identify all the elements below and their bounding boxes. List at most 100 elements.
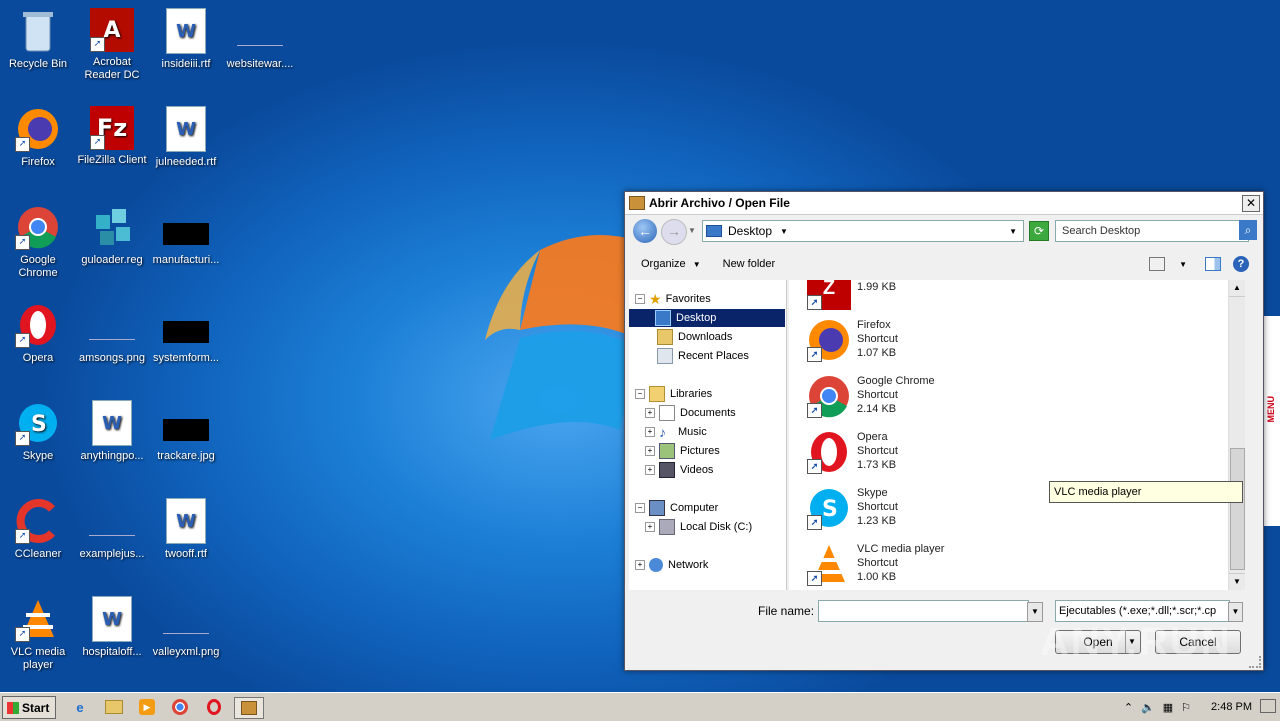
desktop-icon-systemform[interactable]: systemform... <box>148 302 224 365</box>
file-name-dropdown-icon[interactable]: ▼ <box>1027 602 1043 622</box>
file-explorer-icon[interactable] <box>104 697 124 717</box>
filter-dropdown-icon[interactable]: ▼ <box>1228 602 1243 622</box>
address-dropdown-icon[interactable]: ▼ <box>1009 227 1017 236</box>
tree-pictures[interactable]: + Pictures <box>645 442 720 460</box>
desktop-icon-vlc[interactable]: ➚ VLC media player <box>0 596 76 672</box>
tree-recent-places[interactable]: Recent Places <box>657 347 749 365</box>
start-button[interactable]: Start <box>2 696 56 719</box>
tree-documents[interactable]: + Documents <box>645 404 736 422</box>
desktop-icon-amsongs[interactable]: amsongs.png <box>74 302 150 365</box>
expand-icon[interactable]: + <box>645 465 655 475</box>
desktop-icon-opera[interactable]: ➚ Opera <box>0 302 76 365</box>
tree-local-disk[interactable]: + Local Disk (C:) <box>645 518 752 536</box>
open-file-dialog: Abrir Archivo / Open File ✕ ← → ▼ Deskto… <box>624 191 1264 671</box>
tree-videos[interactable]: + Videos <box>645 461 713 479</box>
tree-downloads[interactable]: Downloads <box>657 328 732 346</box>
back-button[interactable]: ← <box>633 219 657 243</box>
view-options-icon[interactable] <box>1149 257 1166 271</box>
desktop-icon-hospitaloff[interactable]: W hospitaloff... <box>74 596 150 659</box>
desktop-icon-firefox[interactable]: ➚ Firefox <box>0 106 76 169</box>
desktop-icon-skype[interactable]: S ➚ Skype <box>0 400 76 463</box>
desktop-icon-websitewar[interactable]: websitewar.... <box>222 8 298 71</box>
flag-icon[interactable]: ⚐ <box>1181 701 1191 714</box>
collapse-icon[interactable]: − <box>635 294 645 304</box>
scroll-down-icon[interactable]: ▼ <box>1229 573 1245 590</box>
collapse-icon[interactable]: − <box>635 389 645 399</box>
network-tray-icon[interactable]: ▦ <box>1163 701 1173 714</box>
tree-computer[interactable]: − Computer <box>635 499 718 517</box>
desktop-icon-google-chrome[interactable]: ➚ Google Chrome <box>0 204 76 280</box>
desktop-icon-julneeded[interactable]: W julneeded.rtf <box>148 106 224 169</box>
desktop-icon-manufacturi[interactable]: manufacturi... <box>148 204 224 267</box>
opera-icon[interactable] <box>204 697 224 717</box>
menu-side-tab[interactable]: MENU <box>1266 396 1276 423</box>
search-icon[interactable]: ⌕ <box>1239 220 1257 240</box>
file-name-input[interactable] <box>818 600 1029 622</box>
registry-icon <box>89 204 135 250</box>
file-type-filter[interactable]: Ejecutables (*.exe;*.dll;*.scr;*.cp <box>1055 600 1230 622</box>
scroll-up-icon[interactable]: ▲ <box>1229 280 1245 297</box>
expand-icon[interactable]: + <box>645 408 655 418</box>
clock[interactable]: 2:48 PM <box>1211 701 1252 713</box>
file-item-vlc[interactable]: ➚ VLC media player Shortcut 1.00 KB <box>807 542 944 590</box>
address-text: Desktop <box>728 224 773 238</box>
new-folder-button[interactable]: New folder <box>723 258 776 270</box>
desktop-icon-ccleaner[interactable]: ➚ CCleaner <box>0 498 76 561</box>
organize-button[interactable]: Organize ▼ <box>641 258 701 270</box>
file-item-google-chrome[interactable]: ➚ Google Chrome Shortcut 2.14 KB <box>807 374 935 430</box>
expand-icon[interactable]: + <box>645 446 655 456</box>
desktop-icon-guloader-reg[interactable]: guloader.reg <box>74 204 150 267</box>
view-dropdown-icon[interactable]: ▼ <box>1179 260 1187 269</box>
close-button[interactable]: ✕ <box>1242 195 1260 212</box>
background-window-edge[interactable]: MENU <box>1262 316 1280 526</box>
computer-icon <box>649 500 665 516</box>
collapse-icon[interactable]: − <box>635 503 645 513</box>
show-desktop-button[interactable] <box>1260 699 1276 713</box>
tree-libraries[interactable]: − Libraries <box>635 385 712 403</box>
help-icon[interactable]: ? <box>1233 256 1249 272</box>
scroll-thumb[interactable] <box>1230 448 1245 570</box>
show-hidden-icons-icon[interactable]: ⌃ <box>1124 701 1133 714</box>
desktop-icon-recycle-bin[interactable]: Recycle Bin <box>0 8 76 71</box>
search-input[interactable]: Search Desktop <box>1055 220 1249 242</box>
expand-icon[interactable]: + <box>645 522 655 532</box>
word-document-icon: W <box>92 400 132 446</box>
vertical-scrollbar[interactable]: ▲ ▼ <box>1228 280 1245 590</box>
desktop-icon-valleyxml[interactable]: valleyxml.png <box>148 596 224 659</box>
media-player-icon[interactable]: ▶ <box>137 697 157 717</box>
opera-icon: ➚ <box>807 430 851 474</box>
tree-favorites[interactable]: − ★ Favorites <box>635 290 711 308</box>
volume-icon[interactable]: 🔈 <box>1141 701 1155 714</box>
desktop-icon-twooff[interactable]: W twooff.rtf <box>148 498 224 561</box>
file-item-opera[interactable]: ➚ Opera Shortcut 1.73 KB <box>807 430 898 486</box>
desktop-icon-filezilla[interactable]: Fz ➚ FileZilla Client <box>74 106 150 167</box>
breadcrumb-chevron-icon[interactable]: ▼ <box>780 227 788 236</box>
history-dropdown-icon[interactable]: ▼ <box>688 226 696 235</box>
address-bar[interactable]: Desktop ▼ ▼ <box>702 220 1024 242</box>
chrome-icon: ➚ <box>807 374 851 418</box>
internet-explorer-icon[interactable]: e <box>70 697 90 717</box>
open-file-app-taskbar-button[interactable] <box>234 697 264 719</box>
tree-network[interactable]: + Network <box>635 556 708 574</box>
dialog-titlebar[interactable]: Abrir Archivo / Open File <box>625 192 1263 215</box>
expand-icon[interactable]: + <box>645 427 655 437</box>
dialog-title: Abrir Archivo / Open File <box>649 196 790 210</box>
tree-music[interactable]: + ♪ Music <box>645 423 707 441</box>
desktop-icon-examplejus[interactable]: examplejus... <box>74 498 150 561</box>
desktop-icon-trackare[interactable]: trackare.jpg <box>148 400 224 463</box>
refresh-button[interactable]: ⟳ <box>1029 221 1049 241</box>
preview-pane-icon[interactable] <box>1205 257 1221 271</box>
chrome-icon[interactable] <box>170 697 190 717</box>
file-item-skype[interactable]: S ➚ Skype Shortcut 1.23 KB <box>807 486 898 542</box>
desktop-icon-anythingpo[interactable]: W anythingpo... <box>74 400 150 463</box>
resize-grip-icon[interactable] <box>1249 656 1261 668</box>
desktop-icon-acrobat[interactable]: A ➚ Acrobat Reader DC <box>74 8 150 82</box>
expand-icon[interactable]: + <box>635 560 645 570</box>
tree-desktop[interactable]: Desktop <box>629 309 785 327</box>
black-thumbnail-icon <box>163 302 209 348</box>
file-name: Skype <box>857 487 888 499</box>
forward-button[interactable]: → <box>661 219 687 245</box>
file-item-firefox[interactable]: ➚ Firefox Shortcut 1.07 KB <box>807 318 898 374</box>
file-item-filezilla[interactable]: Z➚ Shortcut1.99 KB <box>807 280 898 322</box>
desktop-icon-insideiii[interactable]: W insideiii.rtf <box>148 8 224 71</box>
